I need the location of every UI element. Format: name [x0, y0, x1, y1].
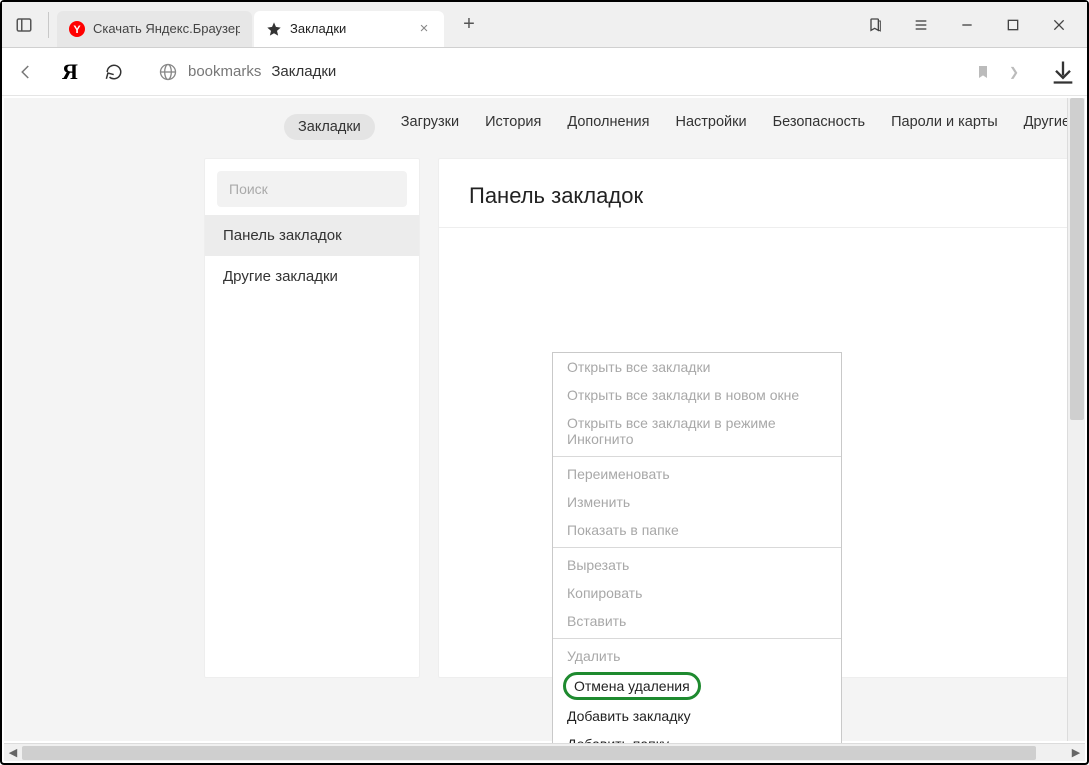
search-placeholder: Поиск	[229, 181, 268, 197]
scroll-left-arrow[interactable]: ◀	[4, 746, 22, 759]
address-scheme: bookmarks	[188, 63, 261, 80]
page: Закладки Загрузки История Дополнения Нас…	[4, 98, 1085, 741]
sidebar-item-other-bookmarks[interactable]: Другие закладки	[205, 256, 419, 297]
scrollbar-thumb[interactable]	[22, 746, 1036, 760]
new-tab-button[interactable]: +	[454, 10, 484, 40]
ctx-open-all[interactable]: Открыть все закладки	[553, 353, 841, 381]
context-menu: Открыть все закладки Открыть все закладк…	[552, 352, 842, 759]
window-close-button[interactable]	[1037, 3, 1081, 47]
tab-bookmarks[interactable]: Закладки ×	[254, 11, 444, 47]
divider	[48, 12, 49, 38]
page-heading: Панель закладок	[469, 183, 1054, 209]
nav-passwords[interactable]: Пароли и карты	[891, 114, 998, 140]
chevron-right-icon: ❯	[1009, 65, 1019, 79]
search-input[interactable]: Поиск	[217, 171, 407, 207]
ctx-copy[interactable]: Копировать	[553, 579, 841, 607]
sidebar-item-bookmark-bar[interactable]: Панель закладок	[205, 215, 419, 256]
address-title: Закладки	[271, 63, 336, 80]
toolbar: Я bookmarks Закладки ❯	[2, 48, 1087, 96]
bookmark-all-icon[interactable]	[853, 3, 897, 47]
ctx-cut[interactable]: Вырезать	[553, 551, 841, 579]
ctx-open-all-new-window[interactable]: Открыть все закладки в новом окне	[553, 381, 841, 409]
ctx-paste[interactable]: Вставить	[553, 607, 841, 635]
divider	[439, 227, 1084, 228]
ctx-add-bookmark[interactable]: Добавить закладку	[553, 702, 841, 730]
nav-settings[interactable]: Настройки	[676, 114, 747, 140]
star-icon	[266, 21, 282, 37]
yandex-home-button[interactable]: Я	[56, 58, 84, 86]
nav-downloads[interactable]: Загрузки	[401, 114, 459, 140]
globe-icon	[158, 62, 178, 82]
tab-yandex-download[interactable]: Y Скачать Яндекс.Браузер д	[57, 11, 252, 47]
yandex-favicon: Y	[69, 21, 85, 37]
ctx-rename[interactable]: Переименовать	[553, 460, 841, 488]
vertical-scrollbar[interactable]	[1067, 98, 1085, 741]
back-button[interactable]	[12, 58, 40, 86]
sidebar: Поиск Панель закладок Другие закладки	[204, 158, 420, 678]
side-panel-toggle[interactable]	[8, 10, 40, 40]
scrollbar-thumb[interactable]	[1070, 98, 1084, 420]
settings-nav: Закладки Загрузки История Дополнения Нас…	[4, 98, 1085, 158]
tab-title: Закладки	[290, 21, 408, 36]
nav-security[interactable]: Безопасность	[773, 114, 866, 140]
scroll-right-arrow[interactable]: ▶	[1067, 746, 1085, 759]
hamburger-menu-icon[interactable]	[899, 3, 943, 47]
reload-button[interactable]	[100, 58, 128, 86]
nav-bookmarks[interactable]: Закладки	[284, 114, 375, 140]
tab-strip: Y Скачать Яндекс.Браузер д Закладки × +	[2, 2, 1087, 48]
downloads-button[interactable]	[1049, 58, 1077, 86]
ctx-undo-delete[interactable]: Отмена удаления	[563, 672, 701, 700]
ctx-show-in-folder[interactable]: Показать в папке	[553, 516, 841, 544]
nav-addons[interactable]: Дополнения	[567, 114, 649, 140]
svg-text:Y: Y	[73, 24, 81, 36]
window-minimize-button[interactable]	[945, 3, 989, 47]
ctx-open-all-incognito[interactable]: Открыть все закладки в режиме Инкогнито	[553, 409, 841, 453]
ctx-edit[interactable]: Изменить	[553, 488, 841, 516]
nav-history[interactable]: История	[485, 114, 541, 140]
address-bar[interactable]: bookmarks Закладки ❯	[144, 54, 1033, 90]
horizontal-scrollbar[interactable]: ◀ ▶	[4, 743, 1085, 761]
ctx-delete[interactable]: Удалить	[553, 642, 841, 670]
window-maximize-button[interactable]	[991, 3, 1035, 47]
bookmark-flag-icon[interactable]	[975, 63, 991, 81]
close-icon[interactable]: ×	[416, 21, 432, 37]
tab-title: Скачать Яндекс.Браузер д	[93, 21, 240, 36]
